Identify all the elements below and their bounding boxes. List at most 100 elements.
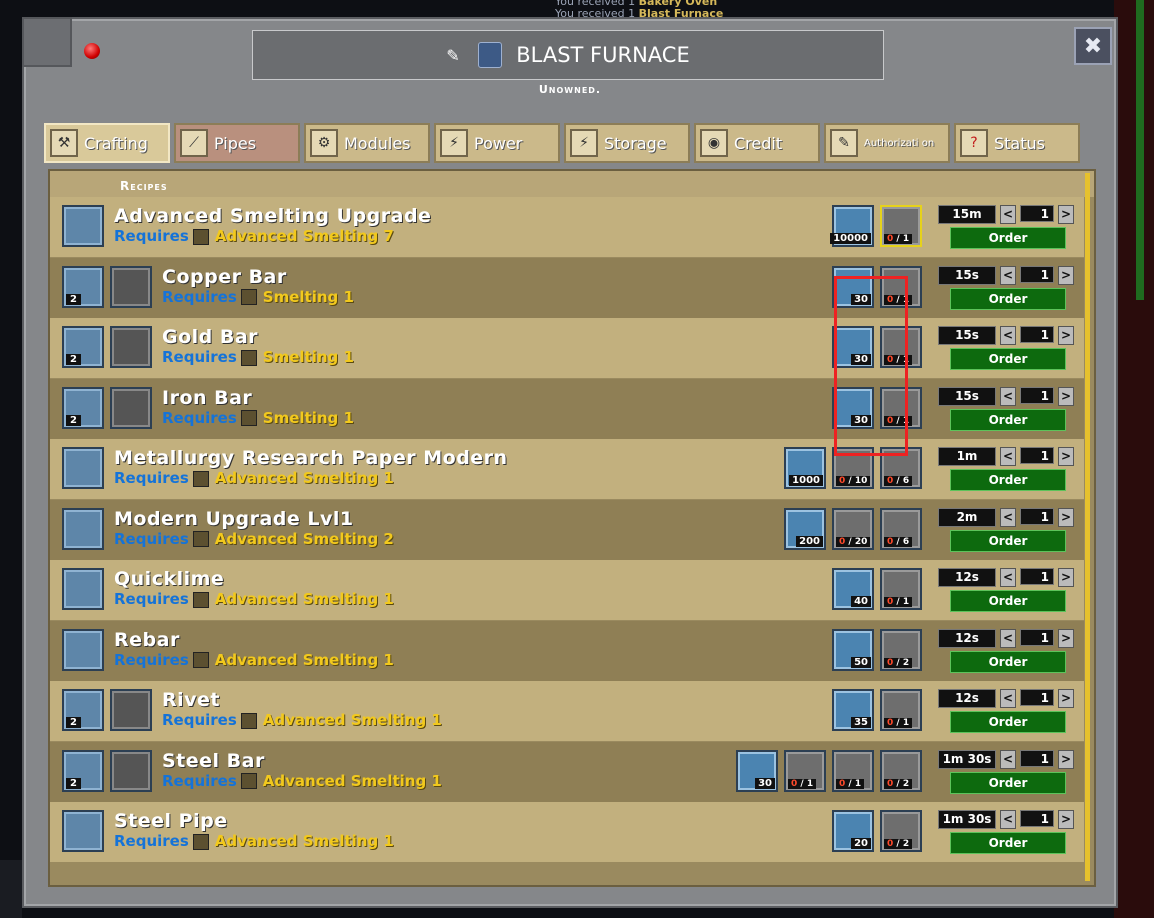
order-button[interactable]: Order xyxy=(950,287,1066,310)
recipe-product-icon[interactable]: 2 xyxy=(62,326,104,368)
material-ingredient-icon[interactable]: 0 / 1 xyxy=(832,749,874,792)
recipe-product-icon[interactable] xyxy=(62,205,104,247)
fuel-ingredient-icon[interactable]: 35 xyxy=(832,689,874,731)
recipe-product-icon[interactable] xyxy=(62,628,104,671)
recipe-product-icon[interactable] xyxy=(62,447,104,489)
recipe-product-icon[interactable] xyxy=(62,810,104,852)
increase-quantity-button[interactable]: > xyxy=(1058,689,1074,708)
material-ingredient-icon[interactable]: 0 / 1 xyxy=(880,205,922,247)
material-ingredient-icon[interactable]: 0 / 1 xyxy=(880,568,922,610)
material-ingredient-icon[interactable]: 0 / 2 xyxy=(880,628,922,671)
recipe-row[interactable]: Quicklime Requires Advanced Smelting 1 40 0 … xyxy=(50,560,1084,620)
decrease-quantity-button[interactable]: < xyxy=(1000,568,1016,587)
recipe-product-icon[interactable]: 2 xyxy=(62,265,104,308)
increase-quantity-button[interactable]: > xyxy=(1058,749,1074,769)
recipe-product-icon[interactable]: 2 xyxy=(62,386,104,429)
tab-power[interactable]: ⚡ Power xyxy=(434,123,560,163)
tab-modules[interactable]: ⚙ Modules xyxy=(304,123,430,163)
tab-authorization[interactable]: ✎ Authorizati on xyxy=(824,123,950,163)
scrollbar[interactable] xyxy=(1085,173,1090,881)
material-ingredient-icon[interactable]: 0 / 2 xyxy=(880,749,922,792)
order-button[interactable]: Order xyxy=(950,529,1066,552)
tab-storage[interactable]: ⚡ Storage xyxy=(564,123,690,163)
material-ingredient-icon[interactable]: 0 / 20 xyxy=(832,507,874,550)
order-button[interactable]: Order xyxy=(950,227,1066,249)
tab-pipes[interactable]: ⟋ Pipes xyxy=(174,123,300,163)
recipe-row[interactable]: 2 Steel Bar Requires Advanced Smelting 1 30 0… xyxy=(50,741,1084,802)
quantity-field[interactable]: 1 xyxy=(1020,386,1054,404)
increase-quantity-button[interactable]: > xyxy=(1058,568,1074,587)
recipe-row[interactable]: 2 Copper Bar Requires Smelting 1 30 0 / 1 15s <… xyxy=(50,257,1084,318)
decrease-quantity-button[interactable]: < xyxy=(1000,447,1016,466)
decrease-quantity-button[interactable]: < xyxy=(1000,810,1016,829)
decrease-quantity-button[interactable]: < xyxy=(1000,507,1016,527)
recipe-product-icon[interactable]: 2 xyxy=(62,689,104,731)
fuel-ingredient-icon[interactable]: 10000 xyxy=(830,205,874,247)
recipe-product-icon[interactable]: 2 xyxy=(62,749,104,792)
decrease-quantity-button[interactable]: < xyxy=(1000,689,1016,708)
tab-credit[interactable]: ◉ Credit xyxy=(694,123,820,163)
close-button[interactable]: ✖ xyxy=(1074,27,1112,65)
recipe-row[interactable]: Advanced Smelting Upgrade Requires Advance… xyxy=(50,197,1084,257)
increase-quantity-button[interactable]: > xyxy=(1058,628,1074,648)
quantity-field[interactable]: 1 xyxy=(1020,447,1054,464)
record-indicator-icon[interactable] xyxy=(84,43,100,59)
recipe-row[interactable]: Modern Upgrade Lvl1 Requires Advanced Smel… xyxy=(50,499,1084,560)
recipe-row[interactable]: 2 Rivet Requires Advanced Smelting 1 35 0 / 1… xyxy=(50,681,1084,741)
increase-quantity-button[interactable]: > xyxy=(1058,810,1074,829)
rename-pencil-icon[interactable]: ✎ xyxy=(446,46,464,65)
material-ingredient-icon[interactable]: 0 / 2 xyxy=(880,810,922,852)
tab-crafting[interactable]: ⚒ Crafting xyxy=(44,123,170,163)
order-button[interactable]: Order xyxy=(950,771,1066,794)
quantity-field[interactable]: 1 xyxy=(1020,568,1054,585)
recipe-row[interactable]: 2 Iron Bar Requires Smelting 1 30 0 / 1 15s <1 >… xyxy=(50,378,1084,439)
fuel-ingredient-icon[interactable]: 30 xyxy=(736,749,778,792)
fuel-ingredient-icon[interactable]: 50 xyxy=(832,628,874,671)
quantity-field[interactable]: 1 xyxy=(1020,205,1054,222)
decrease-quantity-button[interactable]: < xyxy=(1000,205,1016,224)
recipe-byproduct-icon[interactable] xyxy=(110,749,152,792)
quantity-field[interactable]: 1 xyxy=(1020,265,1054,283)
quantity-field[interactable]: 1 xyxy=(1020,326,1054,343)
order-button[interactable]: Order xyxy=(950,408,1066,431)
recipe-byproduct-icon[interactable] xyxy=(110,386,152,429)
increase-quantity-button[interactable]: > xyxy=(1058,507,1074,527)
increase-quantity-button[interactable]: > xyxy=(1058,386,1074,406)
quantity-field[interactable]: 1 xyxy=(1020,689,1054,706)
decrease-quantity-button[interactable]: < xyxy=(1000,386,1016,406)
order-button[interactable]: Order xyxy=(950,711,1066,733)
material-ingredient-icon[interactable]: 0 / 1 xyxy=(784,749,826,792)
recipe-byproduct-icon[interactable] xyxy=(110,265,152,308)
increase-quantity-button[interactable]: > xyxy=(1058,447,1074,466)
tab-status[interactable]: ? Status xyxy=(954,123,1080,163)
quantity-field[interactable]: 1 xyxy=(1020,628,1054,646)
order-button[interactable]: Order xyxy=(950,832,1066,854)
order-button[interactable]: Order xyxy=(950,348,1066,370)
quantity-field[interactable]: 1 xyxy=(1020,749,1054,767)
material-ingredient-icon[interactable]: 0 / 6 xyxy=(880,507,922,550)
order-button[interactable]: Order xyxy=(950,650,1066,673)
material-ingredient-icon[interactable]: 0 / 1 xyxy=(880,689,922,731)
increase-quantity-button[interactable]: > xyxy=(1058,265,1074,285)
recipe-product-icon[interactable] xyxy=(62,568,104,610)
quantity-field[interactable]: 1 xyxy=(1020,810,1054,827)
recipe-product-icon[interactable] xyxy=(62,507,104,550)
increase-quantity-button[interactable]: > xyxy=(1058,326,1074,345)
decrease-quantity-button[interactable]: < xyxy=(1000,326,1016,345)
quantity-field[interactable]: 1 xyxy=(1020,507,1054,525)
recipe-byproduct-icon[interactable] xyxy=(110,689,152,731)
decrease-quantity-button[interactable]: < xyxy=(1000,265,1016,285)
fuel-ingredient-icon[interactable]: 200 xyxy=(784,507,826,550)
recipe-row[interactable]: 2 Gold Bar Requires Smelting 1 30 0 / 1 15s <1 >… xyxy=(50,318,1084,378)
fuel-ingredient-icon[interactable]: 1000 xyxy=(784,447,826,489)
decrease-quantity-button[interactable]: < xyxy=(1000,749,1016,769)
recipe-byproduct-icon[interactable] xyxy=(110,326,152,368)
decrease-quantity-button[interactable]: < xyxy=(1000,628,1016,648)
increase-quantity-button[interactable]: > xyxy=(1058,205,1074,224)
fuel-ingredient-icon[interactable]: 20 xyxy=(832,810,874,852)
fuel-ingredient-icon[interactable]: 40 xyxy=(832,568,874,610)
recipe-row[interactable]: Metallurgy Research Paper Modern Requires… xyxy=(50,439,1084,499)
order-button[interactable]: Order xyxy=(950,469,1066,491)
recipe-row[interactable]: Steel Pipe Requires Advanced Smelting 1 20 0… xyxy=(50,802,1084,862)
order-button[interactable]: Order xyxy=(950,590,1066,612)
